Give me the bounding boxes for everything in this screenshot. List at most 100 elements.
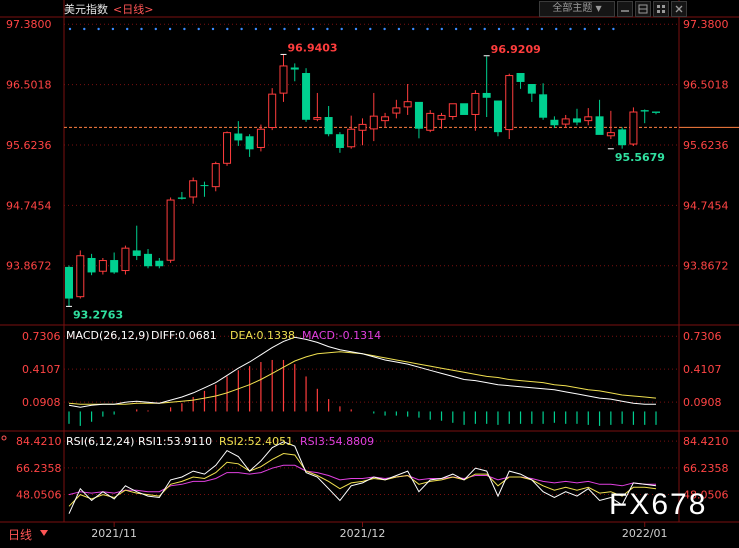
candle-body-down[interactable] bbox=[482, 92, 491, 98]
period-tab-arrow-icon[interactable] bbox=[40, 530, 48, 536]
candle-body-up[interactable] bbox=[268, 93, 277, 129]
macd-diff-line[interactable] bbox=[68, 336, 656, 408]
candle-body-up[interactable] bbox=[471, 92, 480, 115]
macd-axis-label-left: 0.0908 bbox=[22, 396, 61, 409]
marker-dot bbox=[254, 27, 258, 31]
rsi-axis-label-right: 66.2358 bbox=[683, 462, 729, 475]
marker-dot bbox=[269, 27, 272, 31]
candle-body-down[interactable] bbox=[550, 119, 559, 126]
chart-canvas[interactable]: 97.3800 97.3800 96.5018 96.5018 95.6236 95.62… bbox=[0, 0, 739, 544]
marker-dot bbox=[469, 27, 472, 31]
marker-dot bbox=[83, 27, 86, 31]
theme-menu-button[interactable]: 全部主题 ▼ bbox=[539, 1, 615, 17]
annotation-label: 96.9209 bbox=[491, 43, 541, 56]
candle-body-down[interactable] bbox=[516, 73, 525, 82]
candle-body-down[interactable] bbox=[245, 136, 254, 150]
candle-body-up[interactable] bbox=[606, 132, 615, 137]
candle-body-up[interactable] bbox=[313, 117, 322, 120]
layout-toggle-button[interactable] bbox=[635, 1, 651, 17]
candle-body-down[interactable] bbox=[595, 116, 604, 135]
candle-body-up[interactable] bbox=[584, 116, 593, 122]
candle-body-up[interactable] bbox=[629, 111, 638, 145]
candle-body-up[interactable] bbox=[166, 199, 175, 261]
candle-body-up[interactable] bbox=[369, 115, 378, 130]
price-axis-label-left: 96.5018 bbox=[6, 79, 52, 92]
macd-axis-label-left: 0.7306 bbox=[22, 330, 61, 343]
rsi3-line[interactable] bbox=[68, 464, 656, 496]
price-axis-label-right: 93.8672 bbox=[683, 260, 729, 273]
candle-body-up[interactable] bbox=[392, 107, 401, 114]
theme-button-label: 全部主题 bbox=[552, 3, 593, 14]
instrument-title: 美元指数 bbox=[64, 3, 108, 16]
marker-dot bbox=[326, 27, 329, 31]
candle-body-down[interactable] bbox=[132, 250, 141, 256]
marker-dot bbox=[240, 27, 243, 31]
candle-body-down[interactable] bbox=[110, 260, 119, 273]
candle-body-down[interactable] bbox=[87, 257, 96, 273]
grid-view-button[interactable] bbox=[653, 1, 669, 17]
candle-body-up[interactable] bbox=[358, 123, 367, 131]
close-button[interactable] bbox=[671, 1, 687, 17]
candle-body-up[interactable] bbox=[98, 260, 107, 272]
macd-legend-diff: DIFF:0.0681 bbox=[151, 329, 217, 342]
candle-body-down[interactable] bbox=[539, 94, 548, 118]
candle-body-up[interactable] bbox=[121, 247, 130, 272]
candle-body-up[interactable] bbox=[381, 116, 390, 122]
candle-body-up[interactable] bbox=[347, 128, 356, 148]
candle-body-down[interactable] bbox=[200, 185, 209, 187]
marker-dot bbox=[569, 27, 572, 31]
candle-body-down[interactable] bbox=[572, 118, 581, 123]
annotation-label: 96.9403 bbox=[287, 41, 337, 54]
candle-body-down[interactable] bbox=[65, 266, 73, 299]
macd-legend-dea: DEA:0.1338 bbox=[230, 329, 295, 342]
candle-body-up[interactable] bbox=[279, 65, 288, 94]
candle-body-down[interactable] bbox=[414, 101, 423, 129]
x-axis-date-label: 2022/01 bbox=[622, 527, 668, 540]
candle-body-up[interactable] bbox=[437, 114, 446, 120]
chart-stage: 97.3800 97.3800 96.5018 96.5018 95.6236 95.62… bbox=[0, 0, 739, 544]
candle-body-up[interactable] bbox=[256, 128, 265, 148]
candle-body-up[interactable] bbox=[426, 112, 435, 131]
period-tab-daily[interactable]: 日线 bbox=[8, 526, 32, 543]
marker-dot bbox=[383, 27, 386, 31]
candle-body-up[interactable] bbox=[505, 75, 514, 131]
candle-body-down[interactable] bbox=[335, 134, 344, 148]
candle-body-up[interactable] bbox=[211, 163, 220, 188]
candle-body-down[interactable] bbox=[177, 197, 186, 199]
candle-body-down[interactable] bbox=[618, 129, 627, 146]
candle-body-up[interactable] bbox=[223, 132, 232, 164]
marker-dot bbox=[197, 27, 200, 31]
candle-body-down[interactable] bbox=[493, 100, 502, 133]
candle-body-down[interactable] bbox=[234, 133, 243, 141]
grid-icon bbox=[657, 5, 665, 13]
candle-body-down[interactable] bbox=[527, 84, 536, 94]
candle-body-down[interactable] bbox=[460, 103, 469, 115]
rsi-legend-rsi1: RSI1:53.9110 bbox=[138, 435, 212, 448]
marker-dot bbox=[211, 27, 215, 31]
candle-body-up[interactable] bbox=[403, 101, 412, 108]
candle-body-down[interactable] bbox=[290, 67, 299, 70]
rsi-legend-rsi2: RSI2:52.4051 bbox=[219, 435, 293, 448]
candle-body-up[interactable] bbox=[561, 118, 570, 125]
candle-body-up[interactable] bbox=[76, 255, 85, 298]
rsi2-line[interactable] bbox=[68, 452, 657, 507]
marker-dot bbox=[340, 27, 343, 31]
candle-body-down[interactable] bbox=[652, 111, 660, 113]
marker-dot bbox=[526, 27, 529, 31]
candle-body-down[interactable] bbox=[144, 253, 153, 267]
candle-body-up[interactable] bbox=[448, 103, 457, 118]
candle-body-down[interactable] bbox=[302, 73, 311, 120]
price-axis-label-left: 97.3800 bbox=[6, 18, 52, 31]
minimize-button[interactable] bbox=[617, 1, 633, 17]
macd-dea-line[interactable] bbox=[68, 351, 657, 405]
rsi-axis-label-left: 66.2358 bbox=[16, 462, 62, 475]
period-selector[interactable]: <日线> bbox=[113, 1, 153, 17]
marker-dot bbox=[483, 27, 486, 31]
candle-body-down[interactable] bbox=[155, 260, 164, 267]
marker-dot bbox=[597, 27, 601, 31]
rsi1-line[interactable] bbox=[68, 441, 657, 514]
candle-body-down[interactable] bbox=[324, 117, 333, 135]
candle-body-down[interactable] bbox=[640, 110, 649, 112]
candle-body-up[interactable] bbox=[189, 180, 198, 198]
x-axis-date-label: 2021/12 bbox=[340, 527, 386, 540]
